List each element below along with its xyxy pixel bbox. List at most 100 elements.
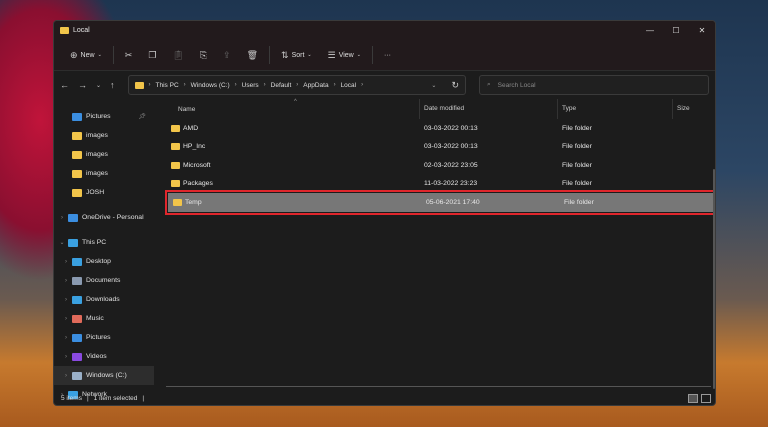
sidebar-item-label: Music [86,315,104,322]
more-button[interactable]: ··· [376,52,399,59]
expand-chevron-icon[interactable]: › [56,215,68,221]
expand-chevron-icon[interactable]: › [60,278,72,284]
breadcrumb-appdata[interactable]: AppData [303,82,328,89]
status-bar: 5 items | 1 item selected | [54,391,715,405]
trash-icon: 🗑︎ [246,49,259,60]
breadcrumb-users[interactable]: Users [242,82,259,89]
view-icon: ☰ [327,49,336,60]
folder-icon [72,333,82,342]
sidebar-scrollbar[interactable] [713,169,715,389]
address-dropdown-icon[interactable]: ⌄ [431,82,436,89]
sidebar-item-documents[interactable]: › Documents [54,271,154,290]
forward-button[interactable]: → [78,80,87,90]
up-button[interactable]: ↑ [110,80,115,90]
expand-chevron-icon[interactable]: › [60,259,72,265]
breadcrumb-local[interactable]: Local [341,82,357,89]
sidebar-item-onedrive-personal[interactable]: › OneDrive - Personal [54,208,154,227]
sidebar-item-videos[interactable]: › Videos [54,347,154,366]
clipboard-icon: 📋︎ [172,49,184,60]
folder-icon [171,143,180,151]
folder-icon [173,198,182,206]
folder-icon [72,169,82,178]
file-row[interactable]: Temp 05-06-2021 17:40 File folder [165,190,715,215]
file-row[interactable]: Microsoft 02-03-2022 23:05 File folder [166,156,715,175]
rename-icon: ⎘ [199,49,208,60]
folder-icon [72,352,82,361]
share-button[interactable]: ⇪ [215,50,239,61]
search-box[interactable]: ⌕ Search Local [479,75,709,95]
back-button[interactable]: ← [60,80,69,90]
selection-count: 1 item selected [93,394,138,402]
sidebar-item-music[interactable]: › Music [54,309,154,328]
file-name: HP_Inc [183,143,206,151]
file-date: 03-03-2022 00:13 [424,124,478,132]
breadcrumb-default[interactable]: Default [271,82,292,89]
paste-button[interactable]: 📋︎ [164,50,191,61]
sidebar-item-downloads[interactable]: › Downloads [54,290,154,309]
sidebar-item-label: This PC [82,239,107,246]
recent-button[interactable]: ⌄ [96,82,101,89]
file-type: File folder [562,161,592,169]
sidebar-item-images[interactable]: images [54,164,154,183]
file-row[interactable]: HP_Inc 03-03-2022 00:13 File folder [166,138,715,157]
column-headers: Name ^ Date modified Type Size [166,99,715,119]
view-label: View [338,51,354,59]
delete-button[interactable]: 🗑︎ [239,50,266,61]
expand-chevron-icon[interactable]: ⌄ [56,239,68,246]
more-label: ··· [383,51,391,59]
column-date[interactable]: Date modified [419,99,464,119]
scissors-icon: ✂ [124,49,133,60]
file-row[interactable]: AMD 03-03-2022 00:13 File folder [166,119,715,138]
expand-chevron-icon[interactable]: › [60,335,72,341]
sidebar-item-desktop[interactable]: › Desktop [54,252,154,271]
expand-chevron-icon[interactable]: › [60,373,72,379]
file-type: File folder [562,180,592,188]
breadcrumb-this-pc[interactable]: This PC [156,82,179,89]
sort-ascending-icon: ^ [294,99,297,105]
sidebar-item-this-pc[interactable]: ⌄ This PC [54,233,154,252]
expand-chevron-icon[interactable]: › [60,354,72,360]
file-row[interactable]: Packages 11-03-2022 23:23 File folder [166,175,715,194]
column-size[interactable]: Size [672,99,690,119]
file-type: File folder [562,143,592,151]
expand-chevron-icon[interactable]: › [60,316,72,322]
share-icon: ⇪ [223,49,231,60]
tiles-view-button[interactable] [701,393,711,403]
folder-icon [72,112,82,121]
folder-icon [72,371,82,380]
sidebar-item-windows-c[interactable]: › Windows (C:) [54,366,154,385]
file-date: 05-06-2021 17:40 [426,198,480,206]
sidebar-item-josh[interactable]: JOSH [54,183,154,202]
address-bar[interactable]: › This PC › Windows (C:) › Users › Default ›… [127,75,466,95]
copy-icon: ❐ [148,49,157,60]
column-type[interactable]: Type [557,99,576,119]
pin-icon[interactable]: 📌︎ [138,113,146,120]
breadcrumb-windows-c[interactable]: Windows (C:) [191,82,230,89]
copy-button[interactable]: ❐ [140,50,164,61]
folder-icon [72,314,82,323]
expand-chevron-icon[interactable]: › [60,297,72,303]
cut-button[interactable]: ✂ [117,50,141,61]
sidebar-item-pictures[interactable]: Pictures 📌︎ [54,107,154,126]
horizontal-scrollbar[interactable] [166,386,711,387]
sidebar-item-images[interactable]: images [54,126,154,145]
column-name[interactable]: Name [178,106,195,113]
details-view-button[interactable] [688,393,698,403]
sidebar-item-pictures[interactable]: › Pictures [54,328,154,347]
close-button[interactable]: ✕ [689,26,715,35]
maximize-button[interactable]: ☐ [663,26,689,35]
sidebar-item-label: Pictures [86,113,111,120]
window-title: Local [73,27,90,34]
file-type: File folder [562,124,592,132]
new-button[interactable]: ⊕ New ⌄ [62,50,110,61]
view-button[interactable]: ☰ View ⌄ [320,50,369,61]
folder-icon [171,180,180,188]
sidebar-item-images[interactable]: images [54,145,154,164]
search-placeholder: Search Local [497,81,536,89]
rename-button[interactable]: ⎘ [192,50,215,61]
refresh-icon[interactable]: ↻ [451,80,459,91]
minimize-button[interactable]: — [637,26,663,35]
sidebar-item-label: Documents [86,277,121,284]
folder-icon [134,81,144,89]
sort-button[interactable]: ⇅ Sort ⌄ [273,50,320,61]
